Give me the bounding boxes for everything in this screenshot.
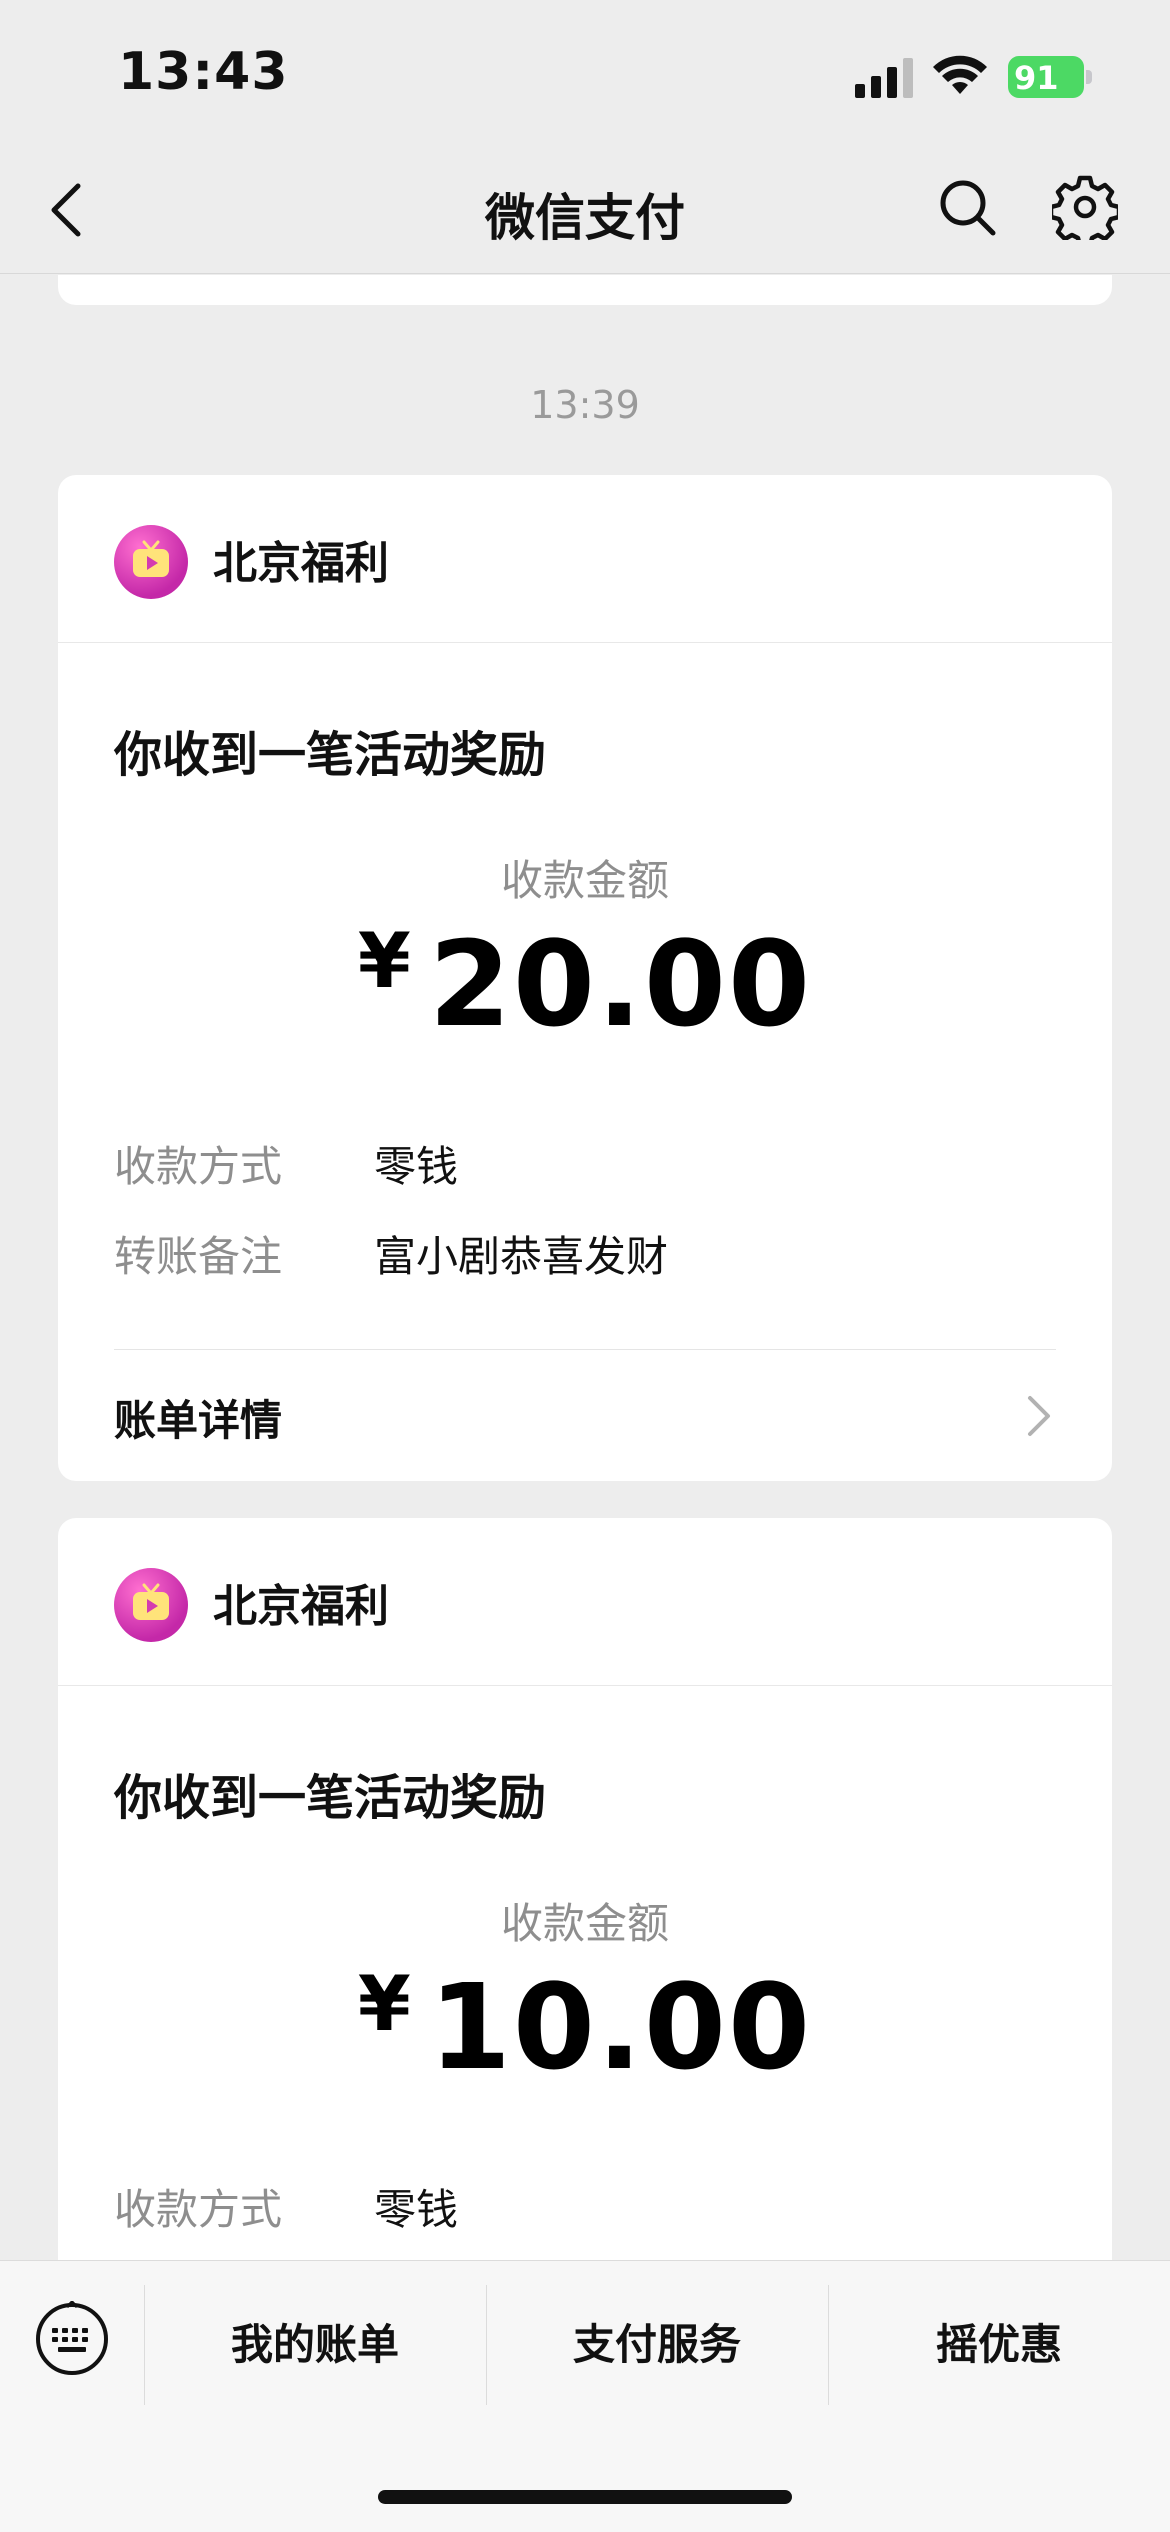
transfer-note-label: 转账备注 [114, 1232, 283, 1281]
message-list[interactable]: 13:39 北京福利 你收到一笔活动奖励 收款金额 ¥20.00 收款方式 零钱… [0, 275, 1170, 2260]
divider [114, 1349, 1056, 1350]
amount-label: 收款金额 [500, 856, 669, 905]
payment-method-label: 收款方式 [114, 1142, 283, 1191]
currency-symbol: ¥ [357, 916, 411, 1005]
amount: ¥10.00 [58, 1958, 1112, 2096]
merchant-logo-icon [114, 525, 188, 599]
card-title: 你收到一笔活动奖励 [114, 727, 547, 783]
home-indicator[interactable] [378, 2490, 792, 2504]
payment-method-value: 零钱 [374, 1142, 459, 1191]
amount-label: 收款金额 [500, 1899, 669, 1948]
payment-card[interactable]: 北京福利 你收到一笔活动奖励 收款金额 ¥10.00 收款方式 零钱 [58, 1518, 1112, 2260]
search-icon[interactable] [936, 176, 998, 238]
menu-my-bills[interactable]: 我的账单 [145, 2311, 485, 2372]
cellular-signal-icon [855, 58, 913, 98]
settings-gear-icon[interactable] [1052, 174, 1118, 240]
message-timestamp: 13:39 [530, 383, 640, 427]
amount: ¥20.00 [58, 915, 1112, 1053]
battery-percent: 91 [1014, 59, 1059, 97]
nav-bar: 微信支付 [0, 150, 1170, 274]
merchant-name: 北京福利 [213, 1581, 389, 1632]
wifi-icon [933, 55, 987, 94]
keyboard-icon[interactable] [34, 2301, 110, 2377]
bill-details-link[interactable]: 账单详情 [114, 1387, 282, 1448]
previous-card [58, 275, 1112, 305]
battery-icon: 91 [1008, 56, 1092, 98]
screen: 13:43 91 微信支付 13:39 北京福利 你收到一笔活动奖励 收款金额 … [0, 0, 1170, 2532]
chevron-right-icon[interactable] [1024, 1393, 1054, 1439]
menu-shake-offers[interactable]: 摇优惠 [829, 2311, 1169, 2372]
card-title: 你收到一笔活动奖励 [114, 1770, 547, 1826]
status-time: 13:43 [118, 42, 289, 102]
currency-symbol: ¥ [357, 1959, 411, 2048]
merchant-name: 北京福利 [213, 538, 389, 589]
status-bar: 13:43 91 [0, 0, 1170, 150]
amount-value: 20.00 [428, 915, 813, 1053]
card-header[interactable]: 北京福利 [58, 475, 1112, 643]
payment-card[interactable]: 北京福利 你收到一笔活动奖励 收款金额 ¥20.00 收款方式 零钱 转账备注 … [58, 475, 1112, 1481]
merchant-logo-icon [114, 1568, 188, 1642]
amount-value: 10.00 [428, 1958, 813, 2096]
payment-method-label: 收款方式 [114, 2185, 283, 2234]
card-header[interactable]: 北京福利 [58, 1518, 1112, 1686]
battery-level: 91 [1008, 56, 1084, 98]
payment-method-value: 零钱 [374, 2185, 459, 2234]
transfer-note-value: 富小剧恭喜发财 [374, 1232, 669, 1281]
menu-payment-services[interactable]: 支付服务 [487, 2311, 827, 2372]
